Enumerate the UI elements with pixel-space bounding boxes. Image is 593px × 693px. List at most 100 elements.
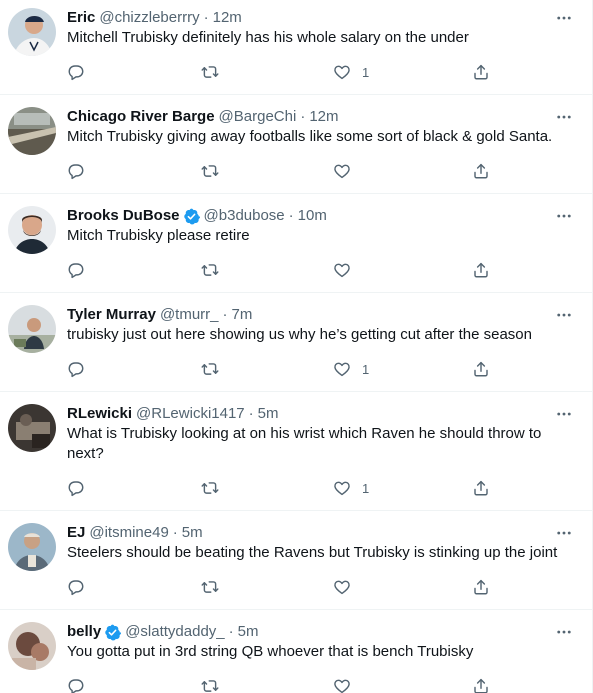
reply-button[interactable]: [67, 676, 85, 693]
avatar[interactable]: [8, 8, 56, 56]
more-icon[interactable]: [554, 305, 574, 325]
reply-button[interactable]: [67, 577, 85, 597]
reply-icon: [67, 360, 85, 378]
retweet-button[interactable]: [201, 260, 219, 280]
tweet-timestamp[interactable]: 5m: [182, 523, 203, 543]
tweet-actions: 1: [67, 62, 497, 82]
more-icon[interactable]: [554, 622, 574, 642]
like-button[interactable]: [333, 260, 362, 280]
tweet[interactable]: Chicago River Barge @BargeChi · 12m Mitc…: [0, 95, 592, 194]
like-icon: [333, 63, 351, 81]
avatar[interactable]: [8, 404, 56, 452]
tweet-header: Chicago River Barge @BargeChi · 12m: [67, 95, 592, 127]
separator-dot: ·: [172, 524, 178, 541]
tweet[interactable]: Tyler Murray @tmurr_ · 7m trubisky just …: [0, 293, 592, 392]
author-handle[interactable]: @slattydaddy_: [125, 622, 224, 642]
retweet-button[interactable]: [201, 359, 219, 379]
like-button[interactable]: 1: [333, 359, 369, 379]
more-icon[interactable]: [554, 206, 574, 226]
more-icon[interactable]: [554, 8, 574, 28]
tweet[interactable]: RLewicki @RLewicki1417 · 5m What is Trub…: [0, 392, 592, 511]
separator-dot: ·: [222, 306, 228, 323]
author-name[interactable]: RLewicki: [67, 404, 132, 424]
tweet-timestamp[interactable]: 5m: [238, 622, 259, 642]
share-button[interactable]: [472, 161, 490, 181]
share-button[interactable]: [472, 359, 490, 379]
author-handle[interactable]: @BargeChi: [219, 107, 297, 127]
retweet-button[interactable]: [201, 577, 219, 597]
like-icon: [333, 578, 351, 596]
like-button[interactable]: [333, 161, 362, 181]
share-icon: [472, 578, 490, 596]
share-button[interactable]: [472, 260, 490, 280]
tweet-timestamp[interactable]: 7m: [232, 305, 253, 325]
separator-dot: ·: [248, 405, 254, 422]
share-button[interactable]: [472, 577, 490, 597]
retweet-button[interactable]: [201, 161, 219, 181]
tweet-text: What is Trubisky looking at on his wrist…: [67, 425, 542, 462]
tweet-text: Mitch Trubisky giving away footballs lik…: [67, 128, 553, 145]
tweet-timestamp[interactable]: 12m: [309, 107, 338, 127]
like-count: 1: [362, 64, 370, 80]
author-name[interactable]: Tyler Murray: [67, 305, 156, 325]
tweet-header: Brooks DuBose @b3dubose · 10m: [67, 194, 592, 226]
reply-button[interactable]: [67, 478, 85, 498]
author-handle[interactable]: @itsmine49: [89, 523, 168, 543]
share-button[interactable]: [472, 478, 490, 498]
verified-badge-icon: [183, 208, 200, 225]
share-icon: [472, 677, 490, 693]
like-button[interactable]: 1: [333, 478, 369, 498]
reply-button[interactable]: [67, 62, 85, 82]
author-name[interactable]: Brooks DuBose: [67, 206, 180, 226]
avatar[interactable]: [8, 107, 56, 155]
avatar[interactable]: [8, 206, 56, 254]
retweet-icon: [201, 578, 219, 596]
reply-button[interactable]: [67, 359, 85, 379]
author-handle[interactable]: @RLewicki1417: [136, 404, 245, 424]
retweet-icon: [201, 162, 219, 180]
tweet[interactable]: Eric @chizzleberrry · 12m Mitchell Trubi…: [0, 0, 592, 95]
retweet-button[interactable]: [201, 676, 219, 693]
author-handle[interactable]: @tmurr_: [160, 305, 219, 325]
share-icon: [472, 261, 490, 279]
more-icon[interactable]: [554, 107, 574, 127]
avatar[interactable]: [8, 622, 56, 670]
like-icon: [333, 360, 351, 378]
like-button[interactable]: 1: [333, 62, 369, 82]
share-icon: [472, 479, 490, 497]
author-handle[interactable]: @chizzleberrry: [99, 8, 199, 28]
author-name[interactable]: belly: [67, 622, 101, 642]
tweet-text: You gotta put in 3rd string QB whoever t…: [67, 643, 474, 660]
separator-dot: ·: [203, 9, 209, 26]
tweet[interactable]: EJ @itsmine49 · 5m Steelers should be be…: [0, 511, 592, 610]
tweet-text: trubisky just out here showing us why he…: [67, 326, 532, 343]
share-button[interactable]: [472, 62, 490, 82]
more-icon[interactable]: [554, 404, 574, 424]
tweet-timestamp[interactable]: 10m: [298, 206, 327, 226]
avatar[interactable]: [8, 305, 56, 353]
verified-badge-icon: [104, 624, 121, 641]
like-button[interactable]: [333, 676, 362, 693]
author-name[interactable]: Chicago River Barge: [67, 107, 215, 127]
reply-button[interactable]: [67, 260, 85, 280]
retweet-button[interactable]: [201, 62, 219, 82]
tweet-timestamp[interactable]: 12m: [213, 8, 242, 28]
tweet-actions: 1: [67, 359, 497, 379]
retweet-icon: [201, 261, 219, 279]
tweet-timestamp[interactable]: 5m: [258, 404, 279, 424]
tweet[interactable]: belly @slattydaddy_ · 5m You gotta put i…: [0, 610, 592, 693]
tweet[interactable]: Brooks DuBose @b3dubose · 10m Mitch Trub…: [0, 194, 592, 293]
author-name[interactable]: Eric: [67, 8, 95, 28]
reply-icon: [67, 479, 85, 497]
like-button[interactable]: [333, 577, 362, 597]
avatar[interactable]: [8, 523, 56, 571]
retweet-icon: [201, 63, 219, 81]
tweet-header: belly @slattydaddy_ · 5m: [67, 610, 592, 642]
share-button[interactable]: [472, 676, 490, 693]
more-icon[interactable]: [554, 523, 574, 543]
tweet-text: Mitchell Trubisky definitely has his who…: [67, 29, 469, 46]
author-handle[interactable]: @b3dubose: [204, 206, 285, 226]
reply-button[interactable]: [67, 161, 85, 181]
author-name[interactable]: EJ: [67, 523, 85, 543]
retweet-button[interactable]: [201, 478, 219, 498]
